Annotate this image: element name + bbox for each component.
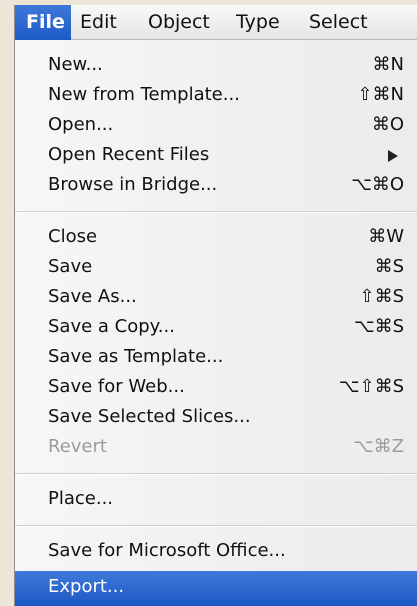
menu-separator	[15, 525, 417, 527]
menu-item-label: Open...	[48, 114, 114, 135]
menu-separator	[15, 211, 417, 213]
menu-item-label: Browse in Bridge...	[48, 174, 218, 195]
menu-item-label: Save a Copy...	[48, 316, 175, 337]
menubar: File Edit Object Type Select	[15, 5, 417, 40]
menubar-type[interactable]: Type	[229, 5, 300, 40]
menu-item-save-a-copy[interactable]: Save a Copy... ⌥⌘S	[15, 314, 417, 340]
menu-item-save-selected-slices[interactable]: Save Selected Slices...	[15, 404, 417, 430]
menu-item-shortcut: ⌥⌘S	[353, 316, 404, 337]
menu-item-label: Save	[48, 256, 93, 277]
menu-item-new-from-template[interactable]: New from Template... ⇧⌘N	[15, 82, 417, 108]
menu-item-export[interactable]: Export...	[15, 571, 417, 606]
menu-item-place[interactable]: Place...	[15, 486, 417, 512]
menu-item-open[interactable]: Open... ⌘O	[15, 112, 417, 138]
menu-item-label: Save as Template...	[48, 346, 224, 367]
menu-item-new[interactable]: New... ⌘N	[15, 52, 417, 78]
menu-item-save-as[interactable]: Save As... ⇧⌘S	[15, 284, 417, 310]
menu-item-shortcut: ⇧⌘N	[357, 84, 404, 105]
menu-item-close[interactable]: Close ⌘W	[15, 224, 417, 250]
menu-item-label: Save Selected Slices...	[48, 406, 251, 427]
menu-item-shortcut: ⌥⌘O	[351, 174, 404, 195]
menubar-edit[interactable]: Edit	[71, 5, 135, 40]
menu-item-save[interactable]: Save ⌘S	[15, 254, 417, 280]
menu-item-label: Save for Microsoft Office...	[48, 540, 286, 561]
menu-item-save-as-template[interactable]: Save as Template...	[15, 344, 417, 370]
file-menu-window: File Edit Object Type Select New... ⌘N N…	[14, 5, 417, 606]
menu-item-label: Open Recent Files	[48, 144, 210, 165]
menu-item-save-for-microsoft-office[interactable]: Save for Microsoft Office...	[15, 538, 417, 564]
menubar-object[interactable]: Object	[135, 5, 229, 40]
menubar-select[interactable]: Select	[300, 5, 417, 40]
menu-item-label: Place...	[48, 488, 114, 509]
menu-item-browse-in-bridge[interactable]: Browse in Bridge... ⌥⌘O	[15, 172, 417, 198]
menu-item-open-recent-files[interactable]: Open Recent Files	[15, 142, 417, 168]
menu-item-shortcut: ⌥⌘Z	[352, 436, 404, 457]
menu-item-shortcut: ⌘N	[372, 54, 404, 75]
menu-item-save-for-web[interactable]: Save for Web... ⌥⇧⌘S	[15, 374, 417, 400]
menu-item-shortcut: ⇧⌘S	[359, 286, 404, 307]
menu-item-label: New from Template...	[48, 84, 240, 105]
submenu-arrow-icon	[388, 150, 398, 162]
menu-item-shortcut: ⌥⇧⌘S	[338, 376, 404, 397]
screenshot: File Edit Object Type Select New... ⌘N N…	[0, 0, 417, 606]
menu-item-label: Export...	[48, 576, 125, 597]
menu-item-revert: Revert ⌥⌘Z	[15, 434, 417, 460]
menu-item-label: New...	[48, 54, 103, 75]
menu-item-label: Save for Web...	[48, 376, 185, 397]
menu-item-shortcut: ⌘W	[368, 226, 404, 247]
menu-item-shortcut: ⌘O	[371, 114, 404, 135]
menubar-file[interactable]: File	[15, 5, 71, 40]
menu-item-label: Save As...	[48, 286, 137, 307]
menu-item-label: Close	[48, 226, 98, 247]
file-menu: New... ⌘N New from Template... ⇧⌘N Open.…	[15, 40, 417, 606]
menu-separator	[15, 473, 417, 475]
menu-item-shortcut: ⌘S	[374, 256, 404, 277]
menu-item-label: Revert	[48, 436, 107, 457]
